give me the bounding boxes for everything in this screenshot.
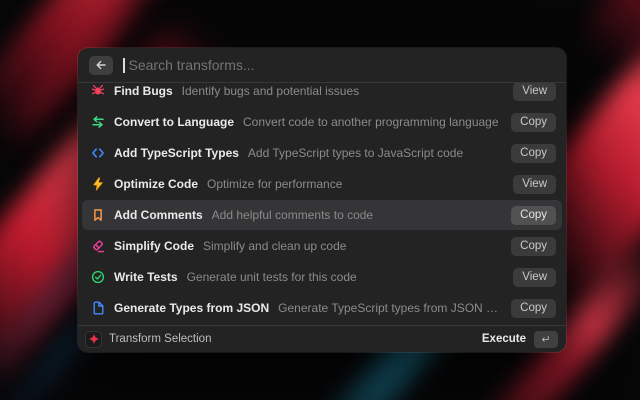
transform-subtitle: Add helpful comments to code bbox=[211, 208, 374, 222]
transform-title: Simplify Code bbox=[114, 239, 195, 253]
action-button[interactable]: Copy bbox=[511, 112, 556, 132]
execute-button[interactable]: Execute bbox=[482, 333, 526, 345]
transform-title: Optimize Code bbox=[114, 177, 199, 191]
text-caret bbox=[123, 57, 125, 73]
command-palette: Search transforms... Find Bugs Identify … bbox=[78, 48, 566, 352]
arrow-left-icon bbox=[94, 58, 108, 72]
swap-arrows-icon bbox=[91, 115, 105, 129]
transform-subtitle: Add TypeScript types to JavaScript code bbox=[247, 146, 464, 160]
check-circle-icon bbox=[91, 270, 105, 284]
transform-subtitle: Convert code to another programming lang… bbox=[243, 115, 499, 129]
lightning-icon bbox=[91, 177, 105, 191]
action-button[interactable]: View bbox=[513, 174, 556, 194]
transform-list: Find Bugs Identify bugs and potential is… bbox=[78, 83, 566, 325]
command-label: Transform Selection bbox=[109, 333, 212, 345]
transform-subtitle: Generate TypeScript types from JSON data bbox=[278, 301, 503, 315]
bookmark-icon bbox=[91, 208, 105, 222]
transform-title: Add TypeScript Types bbox=[114, 146, 239, 160]
transform-subtitle: Simplify and clean up code bbox=[203, 239, 347, 253]
transform-title: Add Comments bbox=[114, 208, 203, 222]
transform-title: Write Tests bbox=[114, 270, 178, 284]
back-button[interactable] bbox=[89, 55, 113, 75]
action-button[interactable]: Copy bbox=[511, 205, 556, 225]
eraser-icon bbox=[91, 239, 105, 253]
search-input[interactable]: Search transforms... bbox=[123, 48, 555, 82]
row-convert-to-language[interactable]: Convert to Language Convert code to anot… bbox=[82, 107, 562, 137]
transform-subtitle: Optimize for performance bbox=[207, 177, 343, 191]
row-optimize-code[interactable]: Optimize Code Optimize for performance V… bbox=[82, 169, 562, 199]
palette-footer: Transform Selection Execute ↵ bbox=[78, 325, 566, 352]
return-key-badge[interactable]: ↵ bbox=[534, 330, 558, 348]
search-bar: Search transforms... bbox=[78, 48, 566, 83]
search-placeholder: Search transforms... bbox=[128, 57, 255, 73]
transform-subtitle: Generate unit tests for this code bbox=[186, 270, 357, 284]
action-button[interactable]: Copy bbox=[511, 143, 556, 163]
app-logo bbox=[86, 331, 101, 347]
action-button[interactable]: View bbox=[513, 267, 556, 287]
row-write-tests[interactable]: Write Tests Generate unit tests for this… bbox=[82, 262, 562, 292]
row-generate-types-from-json[interactable]: Generate Types from JSON Generate TypeSc… bbox=[82, 293, 562, 323]
transform-title: Find Bugs bbox=[114, 84, 173, 98]
transform-subtitle: Identify bugs and potential issues bbox=[181, 84, 360, 98]
action-button[interactable]: View bbox=[513, 83, 556, 101]
file-icon bbox=[91, 301, 105, 315]
action-button[interactable]: Copy bbox=[511, 298, 556, 318]
transform-title: Convert to Language bbox=[114, 115, 235, 129]
sparkle-icon bbox=[87, 332, 101, 346]
action-button[interactable]: Copy bbox=[511, 236, 556, 256]
row-find-bugs[interactable]: Find Bugs Identify bugs and potential is… bbox=[82, 83, 562, 106]
transform-title: Generate Types from JSON bbox=[114, 301, 270, 315]
code-brackets-icon bbox=[91, 146, 105, 160]
row-add-typescript-types[interactable]: Add TypeScript Types Add TypeScript type… bbox=[82, 138, 562, 168]
bug-icon bbox=[91, 84, 105, 98]
row-add-comments[interactable]: Add Comments Add helpful comments to cod… bbox=[82, 200, 562, 230]
row-simplify-code[interactable]: Simplify Code Simplify and clean up code… bbox=[82, 231, 562, 261]
